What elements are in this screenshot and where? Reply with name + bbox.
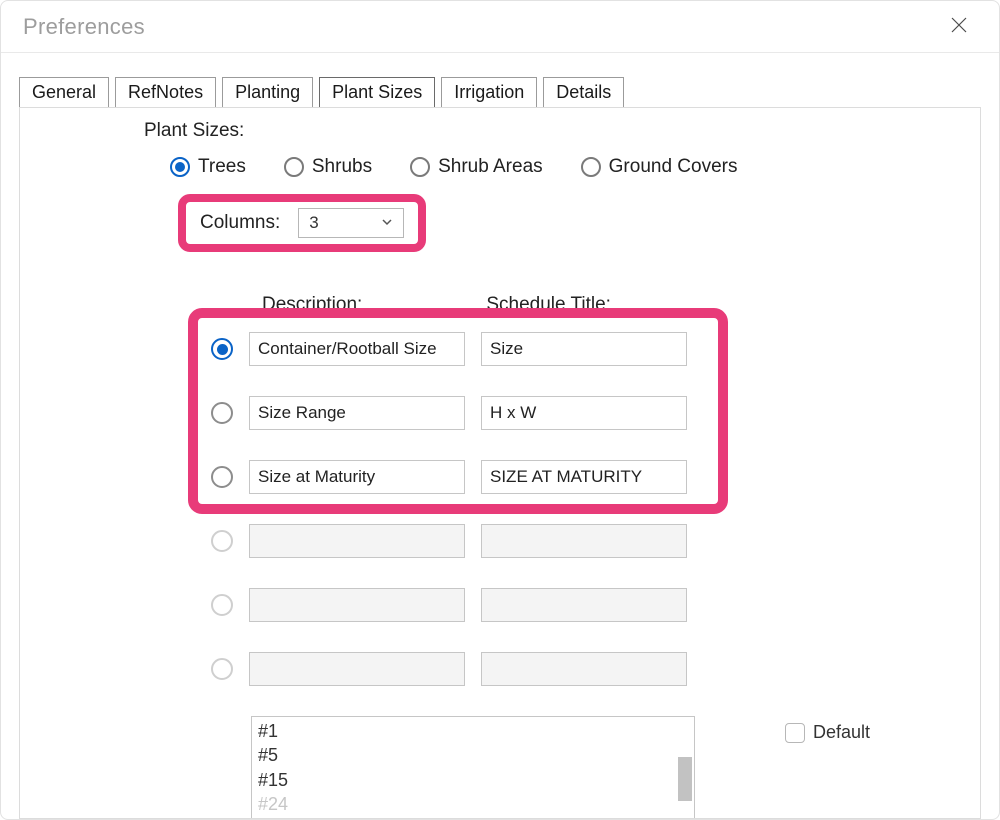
radio-shrub-areas[interactable]: Shrub Areas	[410, 156, 543, 178]
list-item[interactable]: #1	[258, 719, 688, 743]
default-checkbox[interactable]: Default	[785, 722, 870, 743]
sizes-listbox-items: #1 #5 #15 #24	[252, 717, 694, 818]
size-row-6-radio	[211, 658, 233, 680]
size-row-5-title	[481, 588, 687, 622]
size-row-5-description	[249, 588, 465, 622]
size-row-2-radio[interactable]	[211, 402, 233, 424]
size-row-4	[211, 524, 970, 558]
size-rows: Container/Rootball Size Size Size Range …	[211, 332, 970, 686]
radio-icon	[284, 157, 304, 177]
size-row-2-title[interactable]: H x W	[481, 396, 687, 430]
preferences-dialog: Preferences General RefNotes Planting Pl…	[0, 0, 1000, 820]
size-row-2: Size Range H x W	[211, 396, 970, 430]
size-row-6-description	[249, 652, 465, 686]
tab-planting[interactable]: Planting	[222, 77, 313, 108]
size-row-3-radio[interactable]	[211, 466, 233, 488]
size-row-3-description[interactable]: Size at Maturity	[249, 460, 465, 494]
size-row-3: Size at Maturity SIZE AT MATURITY	[211, 460, 970, 494]
tab-details[interactable]: Details	[543, 77, 624, 108]
plant-type-radio-group: Trees Shrubs Shrub Areas Ground Covers	[170, 156, 970, 178]
size-row-6-title	[481, 652, 687, 686]
tab-plant-sizes[interactable]: Plant Sizes	[319, 77, 435, 108]
list-item[interactable]: #15	[258, 768, 688, 792]
title-bar: Preferences	[1, 1, 999, 53]
radio-shrub-areas-label: Shrub Areas	[438, 156, 543, 178]
radio-trees-label: Trees	[198, 156, 246, 178]
radio-ground-covers-label: Ground Covers	[609, 156, 738, 178]
size-row-3-title[interactable]: SIZE AT MATURITY	[481, 460, 687, 494]
plant-sizes-panel: Plant Sizes: Trees Shrubs Shrub Areas Gr…	[19, 107, 981, 819]
size-row-1-radio[interactable]	[211, 338, 233, 360]
size-row-2-description[interactable]: Size Range	[249, 396, 465, 430]
size-row-5	[211, 588, 970, 622]
radio-ground-covers[interactable]: Ground Covers	[581, 156, 738, 178]
close-icon	[949, 15, 969, 35]
window-title: Preferences	[23, 14, 145, 40]
tab-strip: General RefNotes Planting Plant Sizes Ir…	[1, 53, 999, 108]
radio-shrubs-label: Shrubs	[312, 156, 372, 178]
radio-icon	[410, 157, 430, 177]
size-row-1-description[interactable]: Container/Rootball Size	[249, 332, 465, 366]
size-row-1-title[interactable]: Size	[481, 332, 687, 366]
tab-refnotes[interactable]: RefNotes	[115, 77, 216, 108]
section-title: Plant Sizes:	[144, 120, 970, 142]
size-row-4-radio	[211, 530, 233, 552]
columns-value: 3	[309, 213, 318, 233]
chevron-down-icon	[381, 213, 393, 233]
listbox-scrollbar[interactable]	[678, 757, 692, 801]
radio-trees[interactable]: Trees	[170, 156, 246, 178]
tab-general[interactable]: General	[19, 77, 109, 108]
radio-shrubs[interactable]: Shrubs	[284, 156, 372, 178]
column-headers: Description: Schedule Title:	[262, 294, 970, 316]
radio-icon	[170, 157, 190, 177]
radio-icon	[581, 157, 601, 177]
tab-irrigation[interactable]: Irrigation	[441, 77, 537, 108]
columns-label: Columns:	[200, 212, 280, 234]
size-row-4-title	[481, 524, 687, 558]
header-description: Description:	[262, 294, 362, 316]
columns-dropdown[interactable]: 3	[298, 208, 404, 238]
default-label: Default	[813, 722, 870, 743]
size-row-4-description	[249, 524, 465, 558]
sizes-listbox[interactable]: #1 #5 #15 #24	[251, 716, 695, 819]
list-item[interactable]: #5	[258, 743, 688, 767]
size-row-1: Container/Rootball Size Size	[211, 332, 970, 366]
sizes-listbox-row: #1 #5 #15 #24 Default	[251, 716, 970, 819]
close-button[interactable]	[939, 9, 979, 45]
highlight-columns: Columns: 3	[178, 194, 426, 252]
list-item[interactable]: #24	[258, 792, 688, 816]
size-row-5-radio	[211, 594, 233, 616]
checkbox-icon	[785, 723, 805, 743]
header-schedule-title: Schedule Title:	[486, 294, 611, 316]
size-row-6	[211, 652, 970, 686]
